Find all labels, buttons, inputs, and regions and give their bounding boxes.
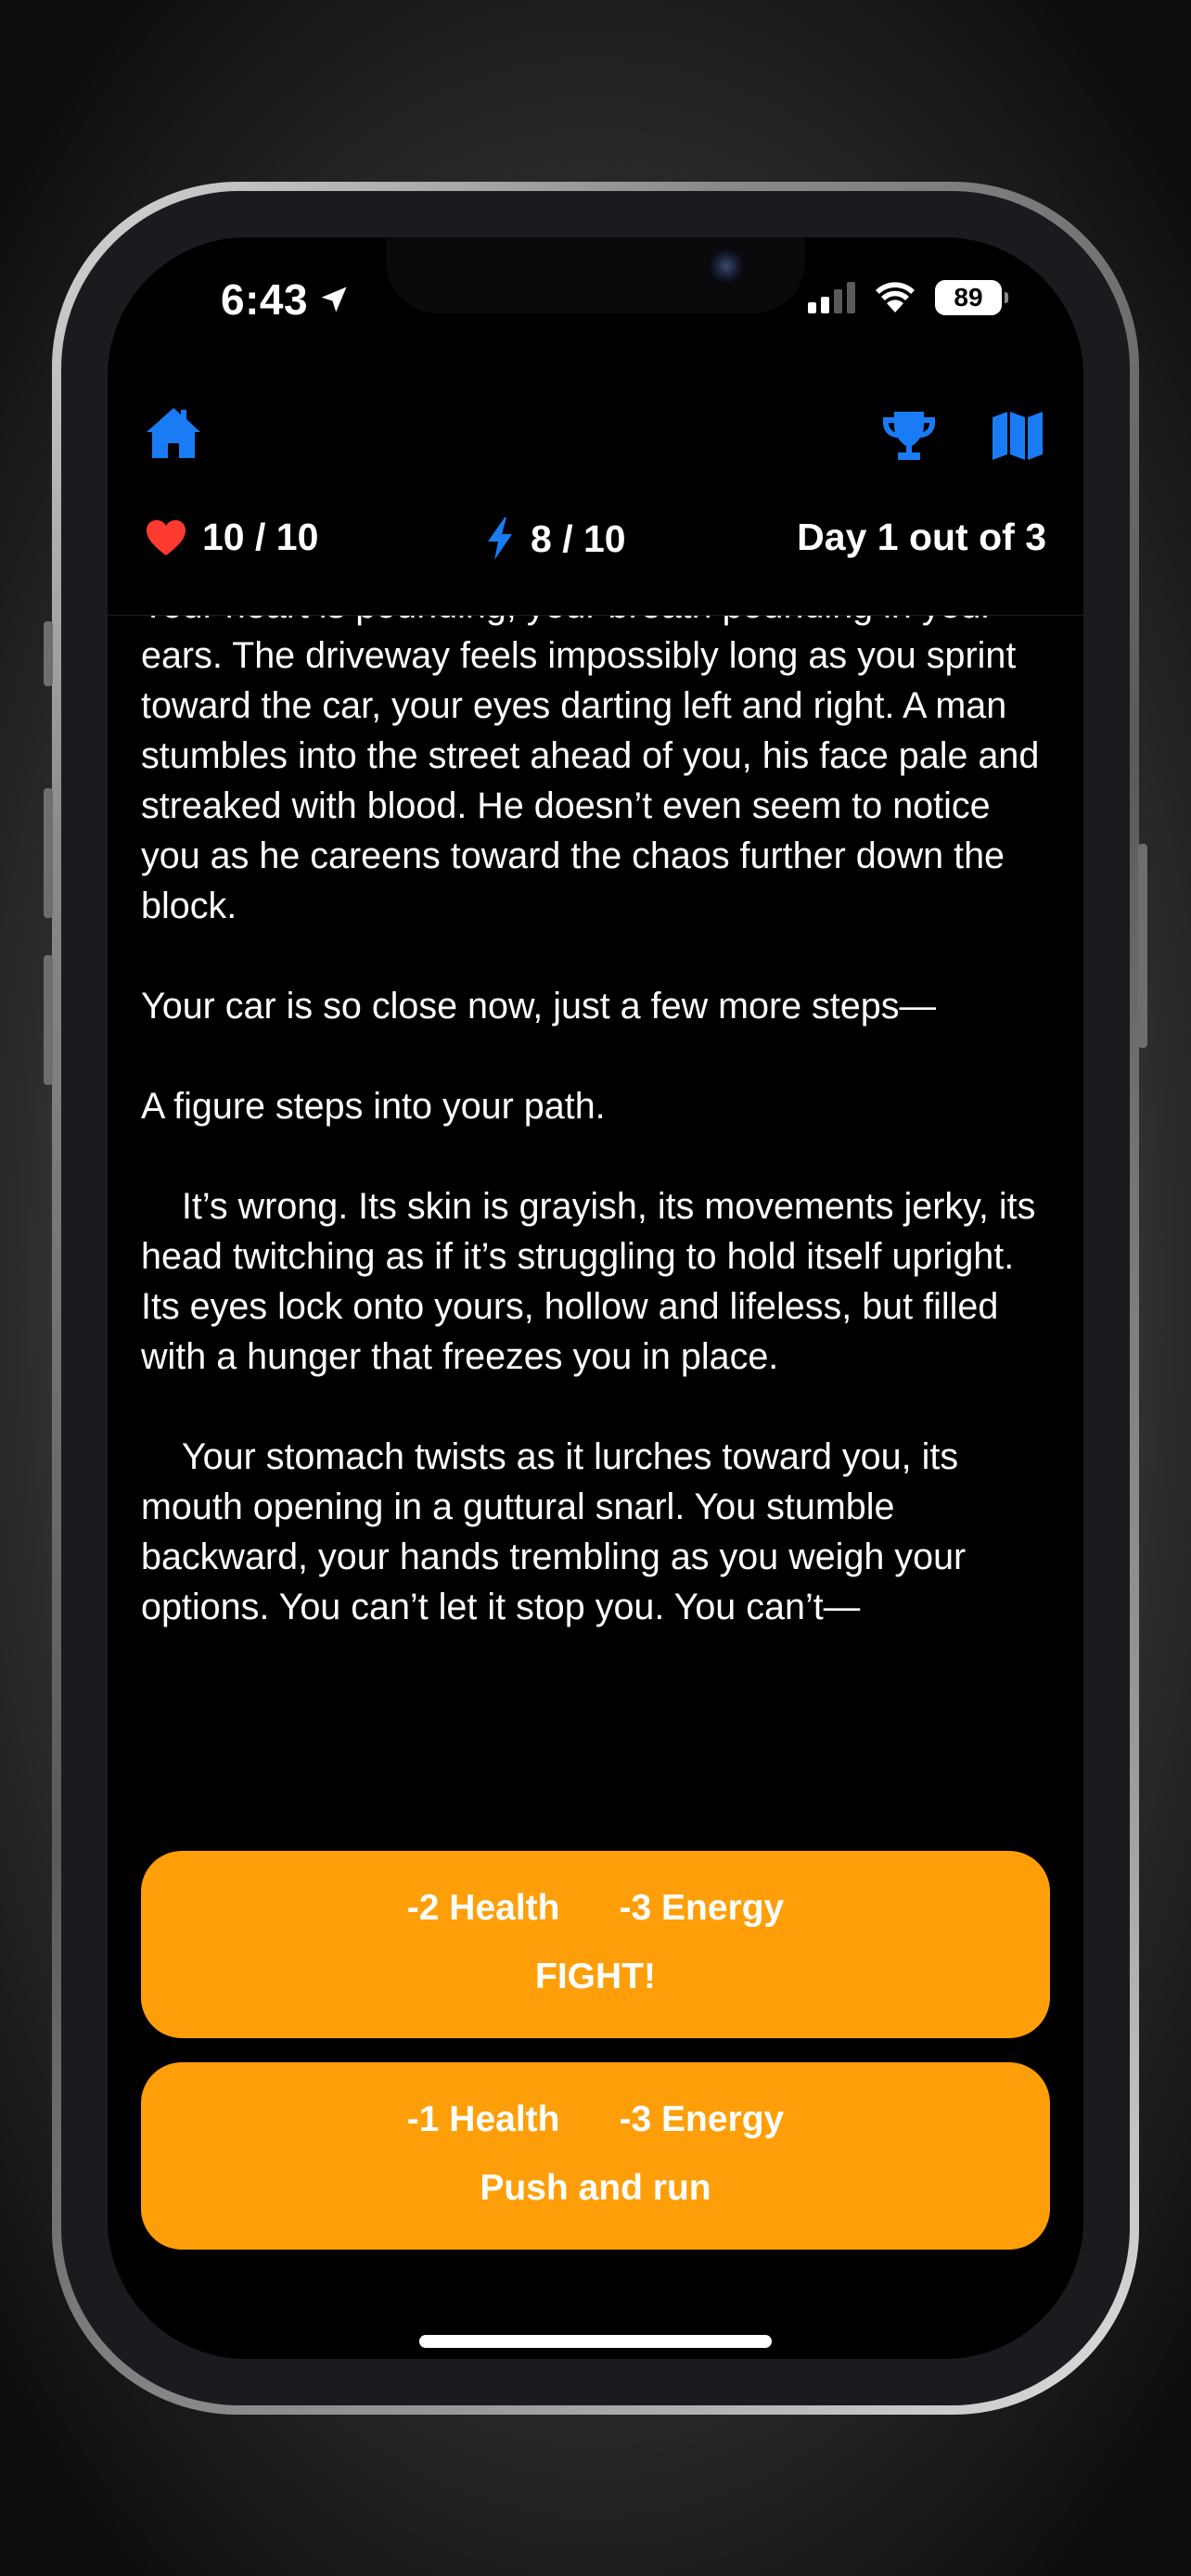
choice-button-push-and-run[interactable]: -1 Health -3 Energy Push and run — [141, 2062, 1050, 2250]
battery-level: 89 — [954, 283, 983, 312]
day-stat: Day 1 out of 3 — [797, 516, 1046, 559]
mute-switch — [44, 621, 53, 686]
choice-label: FIGHT! — [535, 1957, 656, 1996]
location-arrow-icon — [321, 287, 347, 312]
lightning-bolt-icon — [488, 517, 512, 560]
wifi-icon — [876, 282, 915, 312]
energy-cost: -3 Energy — [619, 2099, 785, 2139]
stats-bar: 10 / 10 8 / 10 Day 1 out of 3 — [108, 516, 1083, 571]
status-indicators: 89 — [808, 280, 1008, 315]
health-cost: -1 Health — [406, 2099, 560, 2139]
choice-costs: -2 Health -3 Energy — [141, 1888, 1050, 1929]
choice-label: Push and run — [480, 2168, 711, 2208]
clock: 6:43 — [221, 275, 309, 324]
energy-stat: 8 / 10 — [484, 516, 626, 562]
health-cost: -2 Health — [406, 1888, 560, 1928]
trophy-icon[interactable] — [881, 408, 937, 464]
choice-costs: -1 Health -3 Energy — [141, 2099, 1050, 2140]
volume-down-button — [44, 955, 53, 1085]
heart-icon — [147, 519, 186, 555]
phone-screen: 6:43 89 10 / 10 8 / 10 Day 1 out of 3 ea… — [108, 237, 1083, 2359]
battery-icon: 89 — [935, 280, 1008, 315]
home-indicator[interactable] — [419, 2335, 772, 2348]
energy-value: 8 / 10 — [531, 516, 626, 560]
front-camera — [711, 250, 742, 282]
status-time: 6:43 — [221, 274, 351, 325]
cellular-signal-icon — [808, 282, 855, 313]
volume-up-button — [44, 788, 53, 918]
day-counter: Day 1 out of 3 — [797, 516, 1046, 558]
health-value: 10 / 10 — [202, 516, 319, 558]
story-text: Your heart is pounding, your breath poun… — [141, 616, 1040, 1627]
dynamic-notch — [386, 237, 805, 313]
map-icon[interactable] — [991, 410, 1044, 462]
choice-button-fight[interactable]: -2 Health -3 Energy FIGHT! — [141, 1851, 1050, 2038]
health-stat: 10 / 10 — [145, 516, 318, 559]
house-icon[interactable] — [143, 404, 204, 462]
power-button — [1138, 844, 1147, 1048]
story-scroll-area[interactable]: Your heart is pounding, your breath poun… — [141, 616, 1050, 1942]
energy-cost: -3 Energy — [619, 1888, 785, 1928]
